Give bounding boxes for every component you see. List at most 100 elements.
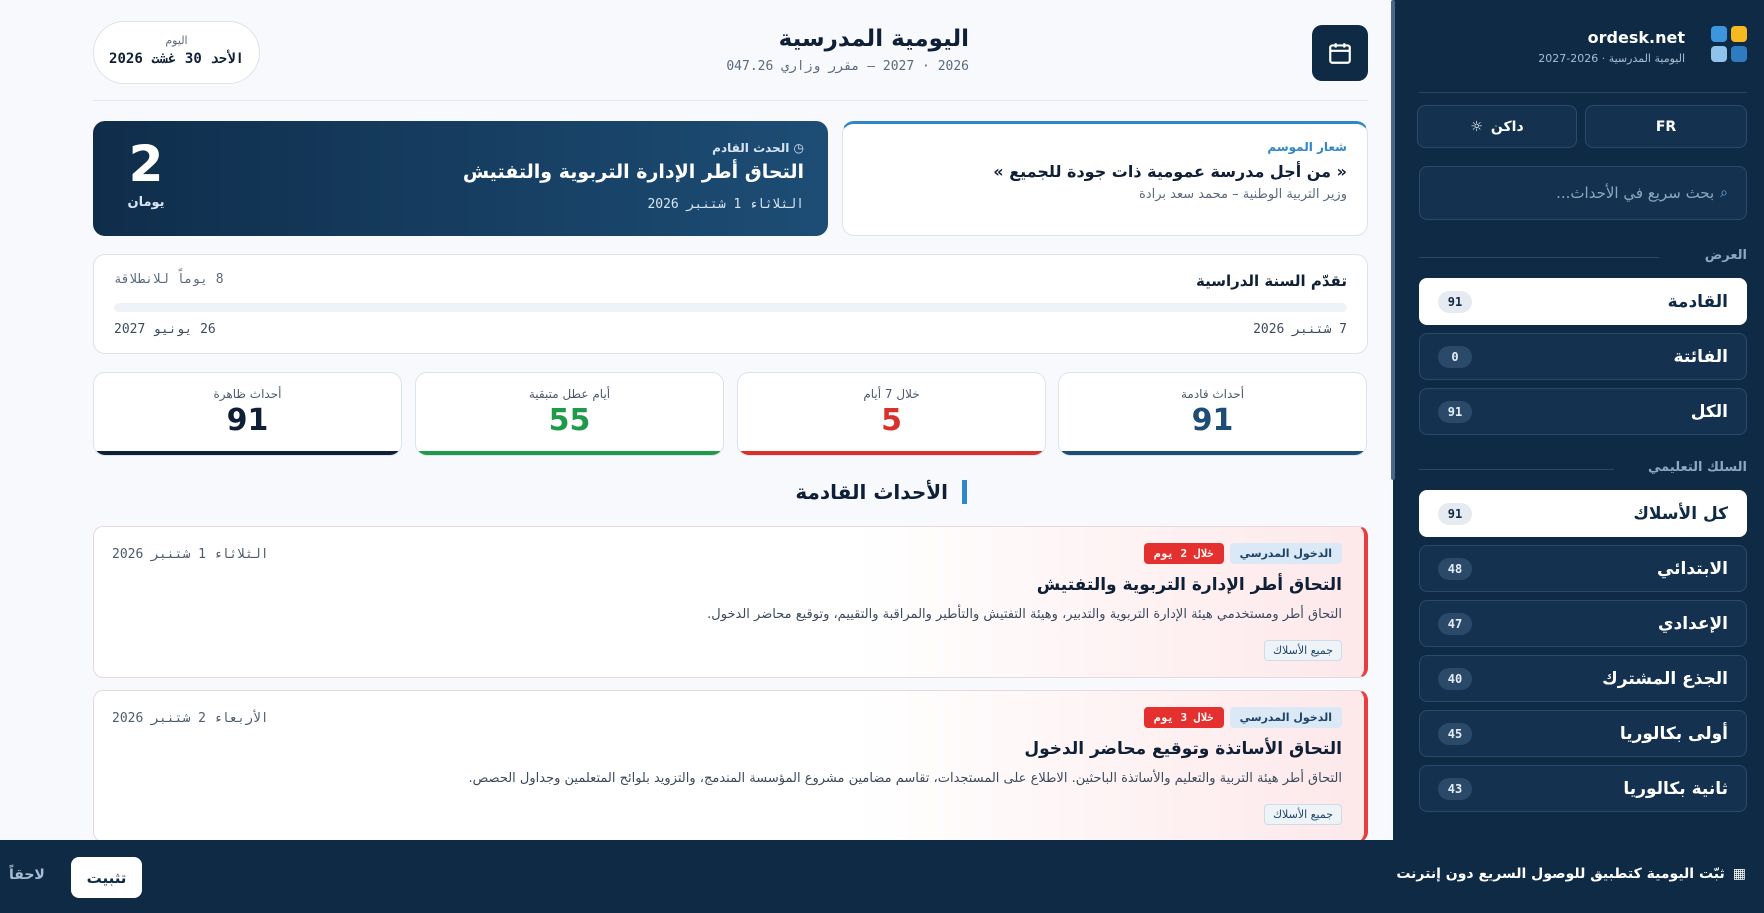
stat-holidays: أيام عطل متبقية 55 [415, 372, 724, 456]
level-item-all[interactable]: كل الأسلاك 91 [1419, 490, 1747, 537]
level-item-label: الإعدادي [1657, 613, 1728, 634]
event-card[interactable]: الدخول المدرسي خلال 2 يوم التحاق أطر الإ… [93, 526, 1368, 678]
clock-icon: ◷ [793, 141, 804, 155]
today-label: اليوم [165, 34, 188, 47]
install-banner: ▦ ثبّت اليومية كتطبيق للوصول السريع دون … [0, 840, 1764, 913]
countdown-unit: يومان [127, 195, 165, 210]
level-item-common-core[interactable]: الجذع المشترك 40 [1419, 655, 1747, 702]
calendar-icon [1312, 25, 1368, 81]
stat-value: 55 [548, 403, 591, 438]
search-placeholder: بحث سريع في الأحداث... [1556, 184, 1715, 202]
language-button[interactable]: FR [1585, 105, 1747, 148]
level-item-second-bac[interactable]: ثانية بكالوريا 43 [1419, 765, 1747, 812]
level-item-first-bac[interactable]: أولى بكالوريا 45 [1419, 710, 1747, 757]
stat-upcoming: أحداث قادمة 91 [1058, 372, 1367, 456]
event-tags: الدخول المدرسي خلال 2 يوم [1144, 543, 1342, 564]
event-card[interactable]: الدخول المدرسي خلال 3 يوم التحاق الأساتذ… [93, 690, 1368, 842]
sidebar-scrollbar[interactable] [1391, 0, 1395, 480]
soon-badge: خلال 2 يوم [1144, 543, 1224, 564]
today-card: اليوم الأحد 30 غشت 2026 [93, 21, 260, 84]
event-description: التحاق أطر هيئة التربية والتعليم والأسات… [468, 771, 1343, 786]
countdown: 2 يومان [116, 139, 176, 210]
countdown-number: 2 [128, 135, 164, 193]
levels-heading: السلك التعليمي [1648, 460, 1747, 475]
level-item-label: أولى بكالوريا [1619, 723, 1728, 744]
stat-accent [738, 451, 1045, 455]
next-event-date: الثلاثاء 1 شتنبر 2026 [647, 197, 804, 212]
install-message: ثبّت اليومية كتطبيق للوصول السريع دون إن… [1396, 866, 1725, 882]
stat-value: 5 [881, 403, 902, 438]
install-button[interactable]: تثبيت [71, 857, 142, 898]
count-badge: 45 [1438, 722, 1472, 745]
section-title: الأحداث القادمة [795, 480, 967, 504]
motto-author: وزير التربية الوطنية – محمد سعد برادة [1139, 187, 1347, 202]
level-item-primary[interactable]: الابتدائي 48 [1419, 545, 1747, 592]
next-event-card[interactable]: ◷ الحدث القادم التحاق أطر الإدارة التربو… [93, 121, 828, 236]
brand-subtitle: اليومية المدرسية · 2026-2027 [1538, 52, 1685, 65]
level-item-middle[interactable]: الإعدادي 47 [1419, 600, 1747, 647]
page-title: اليومية المدرسية [778, 26, 969, 52]
view-item-upcoming[interactable]: القادمة 91 [1419, 278, 1747, 325]
later-button[interactable]: لاحقاً [9, 867, 45, 883]
progress-title: تقدّم السنة الدراسية [1196, 272, 1347, 290]
count-badge: 91 [1438, 502, 1472, 525]
stat-accent [94, 451, 401, 455]
search-input[interactable]: ⌕ بحث سريع في الأحداث... [1419, 166, 1747, 220]
event-title: التحاق الأساتذة وتوقيع محاضر الدخول [1024, 739, 1342, 759]
stat-label: أحداث قادمة [1180, 387, 1245, 401]
today-date: الأحد 30 غشت 2026 [109, 51, 244, 67]
motto-card: شعار الموسم « من أجل مدرسة عمومية ذات جو… [842, 121, 1368, 236]
next-event-label: الحدث القادم [712, 141, 790, 155]
stat-label: أيام عطل متبقية [528, 387, 611, 401]
stat-accent [1059, 451, 1366, 455]
stat-label: خلال 7 أيام [863, 387, 920, 401]
main-content: اليومية المدرسية 2026 · 2027 — مقرر وزار… [0, 0, 1393, 913]
progress-end-date: 26 يونيو 2027 [114, 322, 216, 337]
view-item-past[interactable]: الفائتة 0 [1419, 333, 1747, 380]
brand[interactable]: ordesk.net اليومية المدرسية · 2026-2027 [1410, 24, 1747, 68]
logo-icon [1711, 26, 1747, 62]
app-icon: ▦ [1732, 866, 1746, 882]
count-badge: 48 [1438, 557, 1472, 580]
brand-name: ordesk.net [1587, 28, 1685, 47]
level-tag: جميع الأسلاك [1263, 804, 1342, 825]
motto-text: « من أجل مدرسة عمومية ذات جودة للجميع » [993, 162, 1347, 181]
count-badge: 91 [1438, 290, 1472, 313]
search-icon: ⌕ [1720, 185, 1728, 201]
level-tag: جميع الأسلاك [1263, 640, 1342, 661]
level-item-label: الجذع المشترك [1602, 668, 1728, 689]
count-badge: 91 [1438, 400, 1472, 423]
event-tags: الدخول المدرسي خلال 3 يوم [1144, 707, 1342, 728]
view-item-all[interactable]: الكل 91 [1419, 388, 1747, 435]
event-date: الأربعاء 2 شتنبر 2026 [112, 711, 269, 726]
level-item-label: كل الأسلاك [1633, 503, 1728, 524]
sidebar: ordesk.net اليومية المدرسية · 2026-2027 … [1391, 0, 1764, 913]
theme-label: داكن [1490, 118, 1524, 135]
stat-accent [416, 451, 723, 455]
theme-toggle[interactable]: داكن ☼ [1417, 105, 1577, 148]
sidebar-scroll-area[interactable]: ordesk.net اليومية المدرسية · 2026-2027 … [1393, 0, 1764, 913]
soon-badge: خلال 3 يوم [1144, 707, 1224, 728]
stat-value: 91 [1191, 403, 1234, 438]
category-tag: الدخول المدرسي [1229, 543, 1342, 564]
view-item-label: الفائتة [1673, 346, 1728, 367]
view-heading: العرض [1704, 248, 1747, 263]
page-subtitle: 2026 · 2027 — مقرر وزاري 047.26 [726, 59, 969, 74]
event-title: التحاق أطر الإدارة التربوية والتفتيش [1036, 575, 1342, 595]
install-message-row: ▦ ثبّت اليومية كتطبيق للوصول السريع دون … [1396, 866, 1746, 882]
count-badge: 47 [1438, 612, 1472, 635]
header-divider [93, 100, 1368, 101]
stat-week: خلال 7 أيام 5 [737, 372, 1046, 456]
sidebar-divider [1419, 92, 1747, 93]
progress-card: تقدّم السنة الدراسية 8 يوماً للانطلاقة 7… [93, 254, 1368, 354]
heading-rule [1419, 257, 1659, 258]
progress-days-left: 8 يوماً للانطلاقة [114, 272, 224, 287]
progress-start-date: 7 شتنبر 2026 [1253, 322, 1347, 337]
language-label: FR [1655, 118, 1677, 135]
motto-label: شعار الموسم [1267, 140, 1347, 154]
sun-icon: ☼ [1470, 118, 1483, 135]
event-description: التحاق أطر ومستخدمي هيئة الإدارة التربوي… [707, 607, 1342, 622]
heading-rule [1419, 469, 1614, 470]
event-date: الثلاثاء 1 شتنبر 2026 [112, 547, 269, 562]
category-tag: الدخول المدرسي [1229, 707, 1342, 728]
